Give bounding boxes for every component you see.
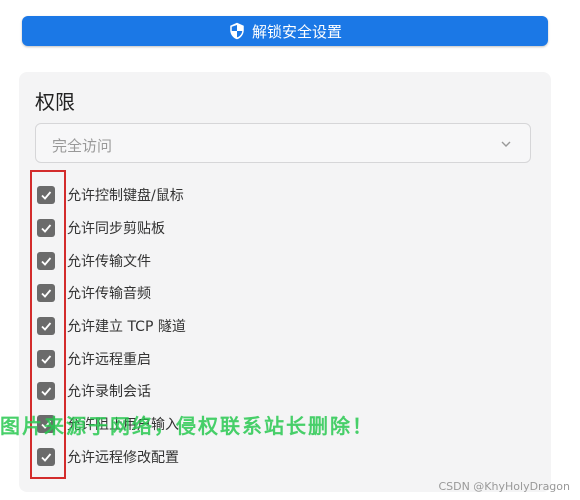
unlock-security-settings-button[interactable]: 解锁安全设置 xyxy=(22,16,548,46)
checkbox-checked[interactable] xyxy=(37,317,55,336)
permission-item-remote-config: 允许远程修改配置 xyxy=(37,441,517,474)
permission-label: 允许录制会话 xyxy=(67,384,151,401)
checkbox-checked[interactable] xyxy=(37,349,55,368)
permissions-title: 权限 xyxy=(35,90,75,114)
checkbox-checked[interactable] xyxy=(37,382,55,401)
permission-label: 允许建立 TCP 隧道 xyxy=(67,319,186,336)
check-icon xyxy=(41,224,52,233)
permission-label: 允许远程重启 xyxy=(67,351,151,368)
access-level-select[interactable]: 完全访问 xyxy=(35,123,531,163)
permission-label: 允许控制键盘/鼠标 xyxy=(67,188,184,205)
permission-label: 允许同步剪贴板 xyxy=(67,221,165,238)
permission-label: 允许传输音频 xyxy=(67,286,151,303)
unlock-button-label: 解锁安全设置 xyxy=(251,22,342,41)
check-icon xyxy=(41,355,52,364)
chevron-down-icon xyxy=(501,141,511,147)
permission-label: 允许阻止用户输入 xyxy=(67,417,179,434)
permission-list: 允许控制键盘/鼠标 允许同步剪贴板 允许传输文件 允许传输音频 允许建立 TCP… xyxy=(37,179,517,473)
permission-item-block-input: 允许阻止用户输入 xyxy=(37,408,517,441)
check-icon xyxy=(41,453,52,462)
permission-item-clipboard: 允许同步剪贴板 xyxy=(37,212,517,245)
permission-item-remote-restart: 允许远程重启 xyxy=(37,342,517,375)
checkbox-checked[interactable] xyxy=(37,219,55,238)
check-icon xyxy=(41,387,52,397)
permission-label: 允许远程修改配置 xyxy=(67,449,179,466)
source-watermark: CSDN @KhyHolyDragon xyxy=(438,480,570,493)
access-level-value: 完全访问 xyxy=(52,137,113,155)
permission-item-audio: 允许传输音频 xyxy=(37,277,517,310)
checkbox-checked[interactable] xyxy=(37,447,55,466)
checkbox-checked[interactable] xyxy=(37,186,55,205)
checkbox-checked[interactable] xyxy=(37,251,55,270)
check-icon xyxy=(41,289,52,299)
permission-item-tcp-tunnel: 允许建立 TCP 隧道 xyxy=(37,310,517,343)
checkbox-checked[interactable] xyxy=(37,415,55,434)
permission-item-keyboard-mouse: 允许控制键盘/鼠标 xyxy=(37,179,517,212)
checkbox-checked[interactable] xyxy=(37,284,55,303)
check-icon xyxy=(41,191,52,201)
permission-item-file-transfer: 允许传输文件 xyxy=(37,244,517,277)
check-icon xyxy=(41,322,52,331)
permission-label: 允许传输文件 xyxy=(67,253,151,270)
permissions-panel: 权限 完全访问 允许控制键盘/鼠标 允许同步剪贴板 允许传输文件 允许传输音频 … xyxy=(19,72,551,492)
check-icon xyxy=(41,420,52,429)
permission-item-record-session: 允许录制会话 xyxy=(37,375,517,408)
check-icon xyxy=(41,257,52,266)
shield-icon xyxy=(230,22,244,40)
